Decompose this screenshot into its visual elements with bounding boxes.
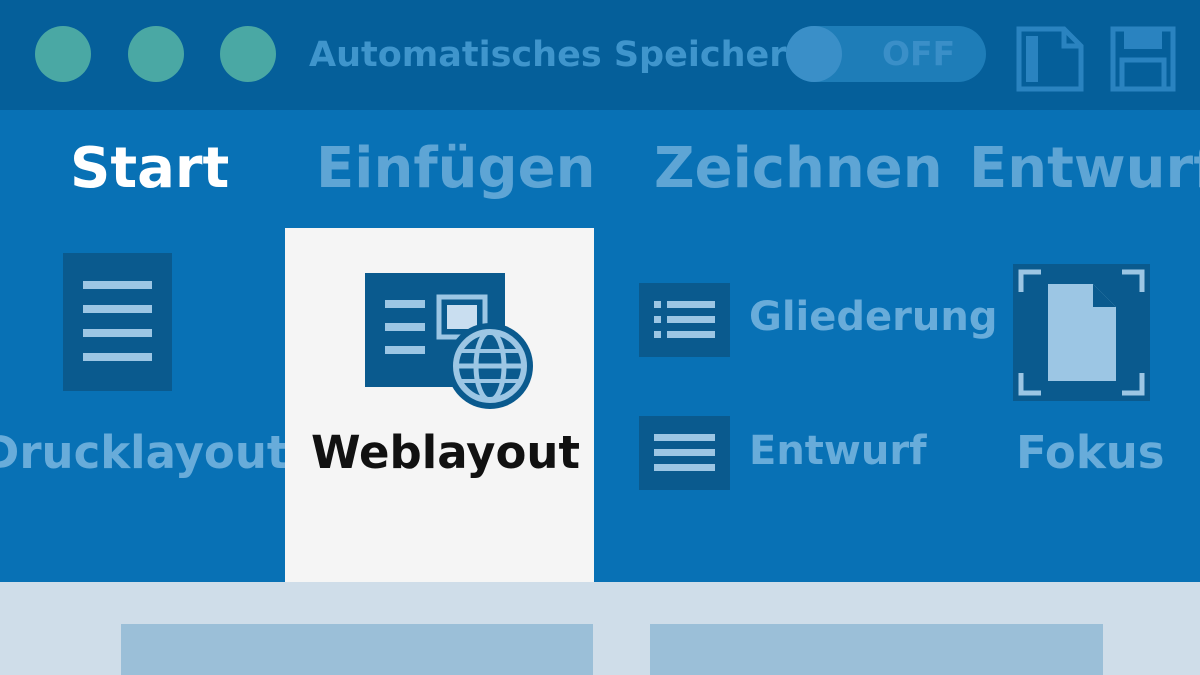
window-close-button[interactable] (35, 26, 91, 82)
save-icon[interactable] (1110, 26, 1176, 92)
autosave-toggle[interactable]: OFF (786, 26, 986, 82)
tab-einfuegen[interactable]: Einfügen (316, 136, 595, 202)
print-layout-icon (63, 253, 172, 391)
window-maximize-button[interactable] (220, 26, 276, 82)
gliederung-label: Gliederung (749, 294, 998, 340)
toggle-knob (786, 26, 842, 82)
document-view-icon[interactable] (1016, 26, 1084, 92)
autosave-label: Automatisches Speichern (309, 35, 812, 75)
fokus-label: Fokus (1016, 426, 1165, 479)
tab-start[interactable]: Start (70, 136, 229, 202)
draft-icon (639, 416, 730, 490)
title-bar: Automatisches Speichern OFF (0, 0, 1200, 110)
document-page-left (121, 624, 593, 675)
web-layout-icon (365, 273, 533, 409)
outline-icon (639, 283, 730, 357)
tab-entwurf[interactable]: Entwurf (969, 136, 1200, 202)
tab-zeichnen[interactable]: Zeichnen (654, 136, 943, 202)
document-page-right (650, 624, 1103, 675)
entwurf-view-label: Entwurf (749, 428, 927, 474)
window-minimize-button[interactable] (128, 26, 184, 82)
weblayout-label: Weblayout (311, 426, 580, 479)
focus-icon (1013, 264, 1150, 401)
drucklayout-label: Drucklayout (0, 426, 289, 479)
weblayout-button[interactable]: Weblayout (285, 228, 594, 582)
toggle-state-text: OFF (882, 34, 956, 73)
